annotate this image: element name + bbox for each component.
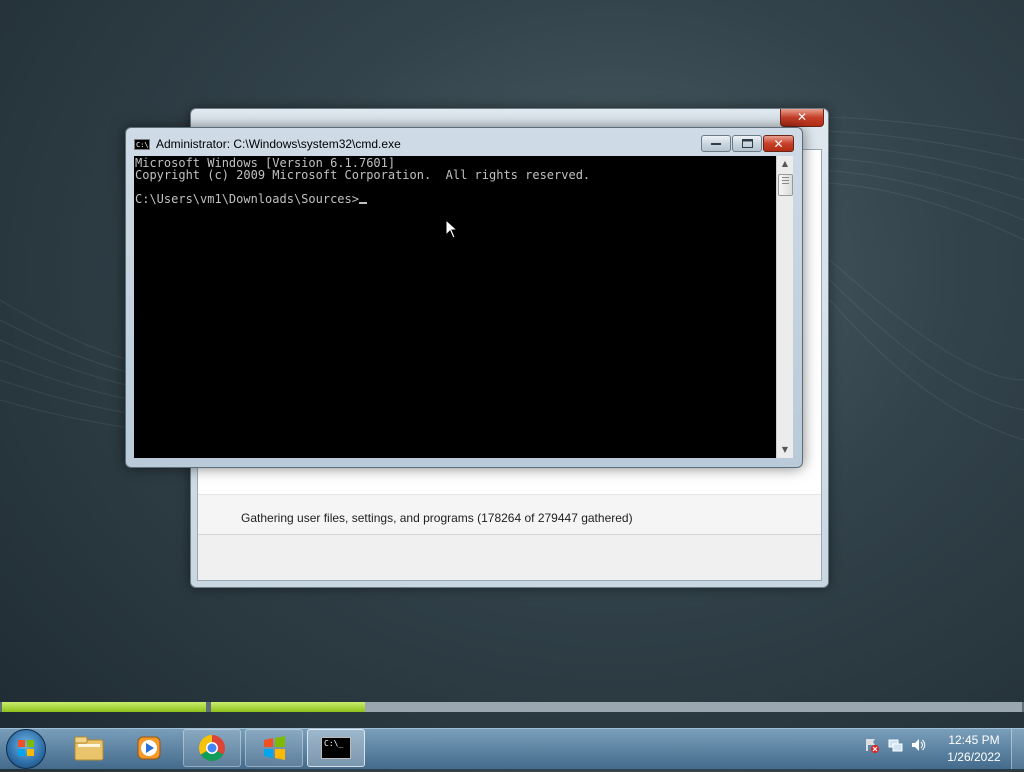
taskbar-explorer[interactable] <box>60 729 118 767</box>
cmd-title-bar[interactable]: C:\. Administrator: C:\Windows\system32\… <box>134 134 674 154</box>
progress-bar-left <box>2 702 206 712</box>
scroll-down-arrow-icon[interactable]: ▼ <box>777 442 793 458</box>
progress-bar-right <box>211 702 1022 712</box>
chrome-icon <box>198 734 225 762</box>
console-prompt-line: C:\Users\vm1\Downloads\Sources> <box>135 193 775 205</box>
easy-transfer-close-button[interactable]: ✕ <box>780 109 824 127</box>
clock-date: 1/26/2022 <box>947 750 1001 764</box>
transfer-status-text: Gathering user files, settings, and prog… <box>241 511 633 525</box>
caption-buttons: ✕ <box>701 135 794 152</box>
start-button[interactable] <box>6 729 46 769</box>
network-icon[interactable] <box>887 737 903 753</box>
taskbar: C:\_ 12:45 PM 1/26/2022 <box>0 728 1024 769</box>
console-prompt: C:\Users\vm1\Downloads\Sources> <box>135 192 359 206</box>
maximize-icon <box>741 139 753 148</box>
windows-logo-icon <box>18 740 34 756</box>
taskbar-easy-transfer[interactable] <box>245 729 303 767</box>
folder-icon <box>74 736 104 761</box>
minimize-icon <box>711 142 721 145</box>
show-desktop-button[interactable] <box>1011 729 1024 769</box>
clock-time: 12:45 PM <box>948 733 1000 747</box>
system-tray <box>864 737 926 753</box>
taskbar-cmd[interactable]: C:\_ <box>307 729 365 767</box>
transfer-progress-strip <box>0 702 1024 712</box>
minimize-button[interactable] <box>701 135 731 152</box>
cmd-icon-label: C:\_ <box>324 739 344 748</box>
taskbar-chrome[interactable] <box>183 729 241 767</box>
progress-fill-left <box>2 702 206 712</box>
clock[interactable]: 12:45 PM 1/26/2022 <box>936 732 1012 766</box>
cmd-window-icon[interactable]: C:\. <box>134 138 153 150</box>
windows-easy-transfer-icon <box>264 736 285 760</box>
maximize-button[interactable] <box>732 135 762 152</box>
media-player-icon <box>137 736 161 760</box>
cmd-icon: C:\_ <box>321 737 351 759</box>
scroll-up-arrow-icon[interactable]: ▲ <box>777 156 793 172</box>
console-output[interactable]: Microsoft Windows [Version 6.1.7601] Copy… <box>134 156 776 458</box>
mouse-pointer-icon <box>445 219 459 239</box>
text-cursor <box>358 202 367 204</box>
progress-fill-right <box>211 702 366 712</box>
close-button[interactable]: ✕ <box>763 135 794 152</box>
desktop: ✕ Gathering user files, settings, and pr… <box>0 0 1024 728</box>
action-center-icon[interactable] <box>864 737 880 753</box>
scroll-thumb[interactable] <box>778 174 793 196</box>
cmd-window-title: Administrator: C:\Windows\system32\cmd.e… <box>156 137 401 151</box>
easy-transfer-footer <box>198 534 821 580</box>
cmd-window[interactable]: C:\. Administrator: C:\Windows\system32\… <box>125 127 803 468</box>
taskbar-media-player[interactable] <box>120 729 178 767</box>
volume-icon[interactable] <box>910 737 926 753</box>
console-line: Copyright (c) 2009 Microsoft Corporation… <box>135 168 591 182</box>
vertical-scrollbar[interactable]: ▲ ▼ <box>776 156 793 458</box>
